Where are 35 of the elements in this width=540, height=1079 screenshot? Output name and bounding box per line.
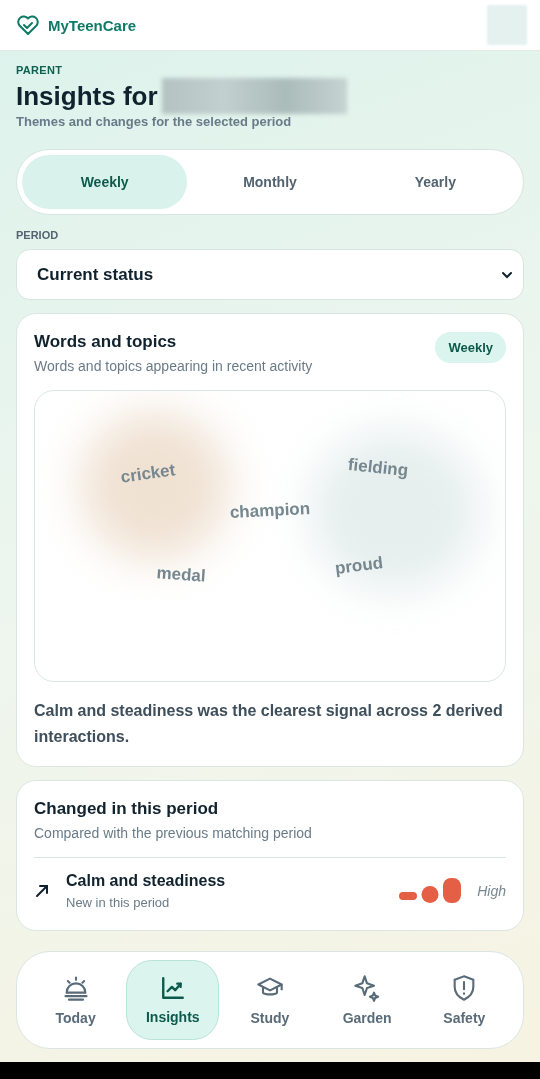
nav-tab[interactable]: Safety bbox=[417, 960, 511, 1040]
nav-tab[interactable]: Today bbox=[29, 960, 123, 1040]
card-title: Changed in this period bbox=[34, 799, 220, 819]
card-subtitle: Compared with the previous matching period bbox=[34, 825, 313, 841]
page-title: Insights for bbox=[16, 80, 158, 112]
period-tab[interactable]: Monthly bbox=[187, 155, 353, 209]
change-title: Calm and steadiness bbox=[66, 872, 227, 890]
avatar[interactable] bbox=[487, 5, 527, 45]
arrow-up-right-icon bbox=[34, 883, 50, 899]
topic-word: proud bbox=[334, 553, 385, 580]
sparkle-icon bbox=[353, 974, 382, 1002]
nav-tab[interactable]: Insights bbox=[126, 960, 220, 1040]
field-label: PERIOD bbox=[16, 229, 60, 241]
chevron-down-icon bbox=[501, 270, 513, 279]
period-badge: Weekly bbox=[435, 332, 506, 363]
role-label: PARENT bbox=[16, 64, 64, 76]
topic-word: champion bbox=[229, 499, 311, 524]
intensity-label: High bbox=[477, 883, 506, 899]
topic-word: cricket bbox=[119, 459, 177, 488]
intensity-bars-icon bbox=[399, 878, 462, 904]
summary-text: Calm and steadiness was the clearest signal across 2 derived interactions. bbox=[34, 701, 504, 747]
heart-check-icon bbox=[16, 14, 40, 36]
page-subtitle: Themes and changes for the selected period bbox=[16, 114, 293, 129]
period-tab[interactable]: Weekly bbox=[22, 155, 188, 209]
period-dropdown[interactable]: Current status bbox=[16, 249, 524, 300]
nav-tab[interactable]: Garden bbox=[320, 960, 414, 1040]
topic-word: fielding bbox=[347, 454, 410, 481]
card-title: Words and topics bbox=[34, 332, 178, 352]
topic-word: medal bbox=[155, 563, 206, 587]
app-logo-text: MyTeenCare bbox=[48, 16, 137, 34]
period-tab[interactable]: Yearly bbox=[352, 155, 518, 209]
change-note: New in this period bbox=[66, 895, 171, 910]
chart-icon bbox=[159, 975, 186, 1001]
nav-tab[interactable]: Study bbox=[223, 960, 317, 1040]
card-subtitle: Words and topics appearing in recent activity bbox=[34, 358, 313, 374]
